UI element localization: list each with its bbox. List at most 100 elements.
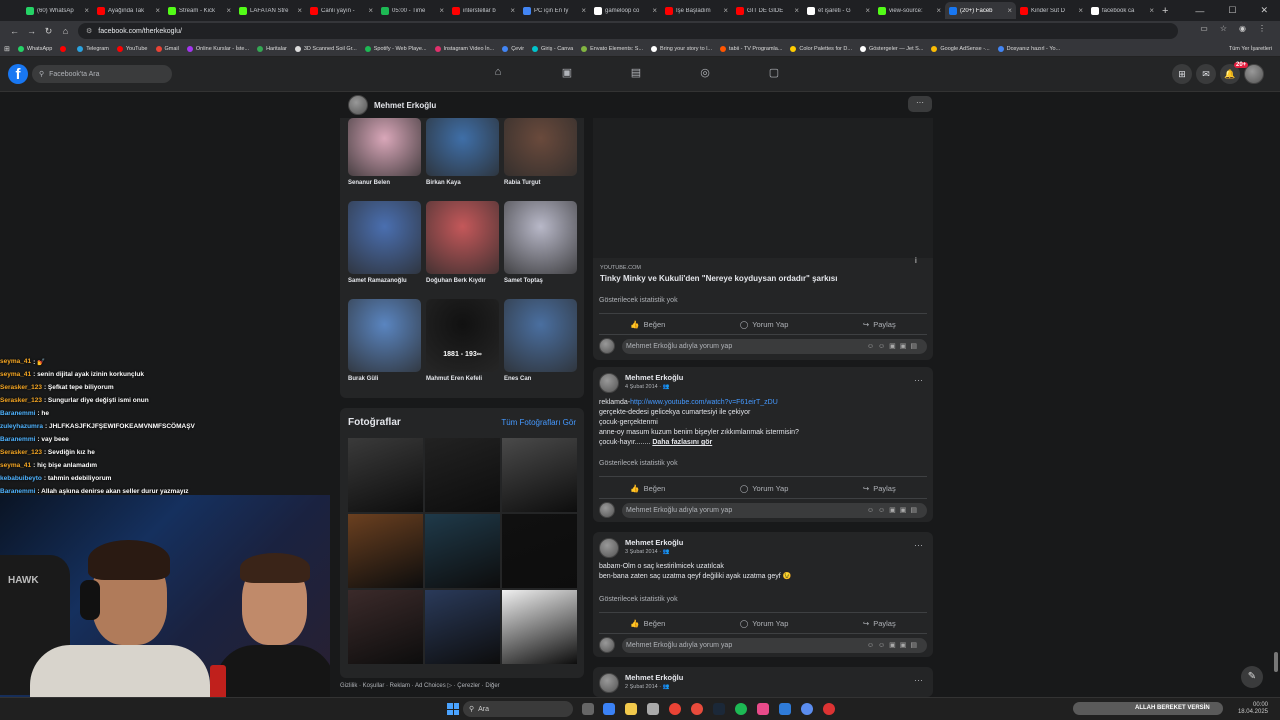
- bookmark-item[interactable]: Haritalar: [257, 45, 287, 52]
- home-tab-icon[interactable]: ⌂: [490, 66, 506, 82]
- post-date[interactable]: 3 Şubat 2014 · 👥: [625, 549, 683, 555]
- share-button[interactable]: ↪ Paylaş: [863, 316, 896, 332]
- friend-photo[interactable]: [348, 201, 421, 274]
- post-link[interactable]: http://www.youtube.com/watch?v=F61eirT_z…: [630, 399, 778, 406]
- info-icon[interactable]: i: [915, 256, 917, 265]
- friend-photo[interactable]: [348, 299, 421, 372]
- close-tab-icon[interactable]: ×: [297, 6, 302, 15]
- post-menu-icon[interactable]: ···: [914, 540, 923, 550]
- photo-thumbnail[interactable]: [425, 590, 500, 664]
- post-author[interactable]: Mehmet Erkoğlu: [625, 538, 683, 547]
- friend-card[interactable]: Birkan Kaya: [426, 118, 499, 186]
- browser-tab[interactable]: PC için En İy ×: [519, 2, 590, 19]
- reload-icon[interactable]: ↻: [40, 26, 57, 37]
- browser-tab[interactable]: Canlı yayın - ×: [306, 2, 377, 19]
- photo-thumbnail[interactable]: [348, 514, 423, 588]
- marketplace-tab-icon[interactable]: ▤: [628, 66, 644, 82]
- menu-grid-icon[interactable]: ⊞: [1172, 64, 1192, 84]
- comment-input[interactable]: Mehmet Erkoğlu adıyla yorum yap ☺☺▣▣▤: [622, 338, 927, 354]
- share-button[interactable]: ↪ Paylaş: [863, 480, 896, 496]
- bookmark-item[interactable]: Online Kurslar - İste...: [186, 45, 249, 52]
- author-avatar[interactable]: [599, 673, 619, 693]
- address-bar[interactable]: ⚙ facebook.com/therkekoglu/: [78, 23, 1178, 39]
- bookmark-item[interactable]: Telegram: [77, 45, 109, 52]
- gaming-tab-icon[interactable]: ▢: [766, 66, 782, 82]
- post-date[interactable]: 4 Şubat 2014 · 👥: [625, 384, 683, 390]
- emoji-tools-icon[interactable]: ☺☺▣▣▤: [867, 506, 921, 514]
- friend-card[interactable]: Doğuhan Berk Kıydır: [426, 201, 499, 284]
- start-menu-icon[interactable]: [447, 703, 459, 715]
- browser-tab[interactable]: gameloop co ×: [590, 2, 661, 19]
- close-tab-icon[interactable]: ×: [723, 6, 728, 15]
- bookmark-item[interactable]: Gmail: [155, 45, 179, 52]
- browser-tab[interactable]: Stream - Kick ×: [164, 2, 235, 19]
- bookmark-item[interactable]: Bring your story to l...: [651, 45, 712, 52]
- close-tab-icon[interactable]: ×: [368, 6, 373, 15]
- apps-icon[interactable]: ⊞: [4, 45, 10, 53]
- friend-name[interactable]: Birkan Kaya: [426, 180, 499, 186]
- app-icon[interactable]: [823, 703, 835, 715]
- bookmark-item[interactable]: Giriş - Canva: [532, 45, 573, 52]
- friend-name[interactable]: Senanur Belen: [348, 180, 421, 186]
- video-tab-icon[interactable]: ▣: [559, 66, 575, 82]
- bookmark-item[interactable]: WhatsApp: [17, 45, 52, 52]
- friend-name[interactable]: Enes Can: [504, 376, 577, 382]
- friend-card[interactable]: Samet Ramazanoğlu: [348, 201, 421, 284]
- task-view-icon[interactable]: [582, 703, 594, 715]
- profile-icon[interactable]: ◉: [1239, 24, 1246, 33]
- close-tab-icon[interactable]: ×: [581, 6, 586, 15]
- post-author[interactable]: Mehmet Erkoğlu: [625, 673, 683, 682]
- bookmark-item[interactable]: 3D Scanned Soil Gr...: [294, 45, 357, 52]
- close-tab-icon[interactable]: ×: [84, 6, 89, 15]
- browser-tab[interactable]: facebook ca ×: [1087, 2, 1158, 19]
- facebook-search-input[interactable]: ⚲ Facebook'ta Ara: [32, 65, 172, 83]
- embedded-video[interactable]: [593, 118, 933, 258]
- bookmark-item[interactable]: Google AdSense -...: [931, 45, 990, 52]
- app-icon[interactable]: [801, 703, 813, 715]
- browser-tab[interactable]: Kinder Süt D ×: [1016, 2, 1087, 19]
- friend-name[interactable]: Samet Ramazanoğlu: [348, 278, 421, 284]
- video-title[interactable]: Tinky Minky ve Kukuli'den "Nereye koyduy…: [600, 274, 837, 283]
- close-tab-icon[interactable]: ×: [1078, 6, 1083, 15]
- friend-card[interactable]: Rabia Turgut: [504, 118, 577, 186]
- friend-name[interactable]: Rabia Turgut: [504, 180, 577, 186]
- photo-thumbnail[interactable]: [425, 514, 500, 588]
- taskbar-search[interactable]: ⚲ Ara: [463, 701, 573, 717]
- steam-icon[interactable]: [713, 703, 725, 715]
- browser-tab[interactable]: LAFATAN Stre ×: [235, 2, 306, 19]
- store-icon[interactable]: [647, 703, 659, 715]
- close-window-icon[interactable]: ✕: [1260, 5, 1268, 16]
- bookmark-item[interactable]: Instagram Video İn...: [434, 45, 494, 52]
- see-all-photos-link[interactable]: Tüm Fotoğrafları Gör: [501, 418, 576, 427]
- system-clock[interactable]: 00:00 18.04.2025: [1238, 702, 1268, 716]
- browser-tab[interactable]: Ayağında Tak ×: [93, 2, 164, 19]
- close-tab-icon[interactable]: ×: [865, 6, 870, 15]
- like-button[interactable]: 👍 Beğen: [630, 316, 665, 332]
- widgets-icon[interactable]: [603, 703, 615, 715]
- like-button[interactable]: 👍 Beğen: [630, 615, 665, 631]
- friend-photo[interactable]: [426, 201, 499, 274]
- comment-input[interactable]: Mehmet Erkoğlu adıyla yorum yap ☺☺▣▣▤: [622, 502, 927, 518]
- app-icon[interactable]: [779, 703, 791, 715]
- emoji-tools-icon[interactable]: ☺☺▣▣▤: [867, 641, 921, 649]
- post-author[interactable]: Mehmet Erkoğlu: [625, 373, 683, 382]
- friend-photo[interactable]: [348, 118, 421, 176]
- star-icon[interactable]: ☆: [1220, 24, 1227, 33]
- see-more-link[interactable]: Daha fazlasını gör: [652, 439, 712, 446]
- site-info-icon[interactable]: ⚙: [86, 27, 92, 35]
- friend-card[interactable]: Enes Can: [504, 299, 577, 382]
- chrome-icon[interactable]: [669, 703, 681, 715]
- maximize-icon[interactable]: ☐: [1228, 5, 1236, 16]
- bookmark-item[interactable]: Dosyanız hazırl - Yo...: [997, 45, 1060, 52]
- facebook-logo[interactable]: f: [8, 64, 28, 84]
- install-icon[interactable]: ▭: [1200, 24, 1208, 33]
- friend-photo[interactable]: [426, 118, 499, 176]
- author-avatar[interactable]: [599, 373, 619, 393]
- friend-card[interactable]: Burak Güli: [348, 299, 421, 382]
- groups-tab-icon[interactable]: ◎: [697, 66, 713, 82]
- comment-input[interactable]: Mehmet Erkoğlu adıyla yorum yap ☺☺▣▣▤: [622, 637, 927, 653]
- author-avatar[interactable]: [599, 538, 619, 558]
- bookmark-item[interactable]: Envato Elements: S...: [581, 45, 643, 52]
- home-icon[interactable]: ⌂: [57, 26, 74, 36]
- friend-photo[interactable]: [504, 201, 577, 274]
